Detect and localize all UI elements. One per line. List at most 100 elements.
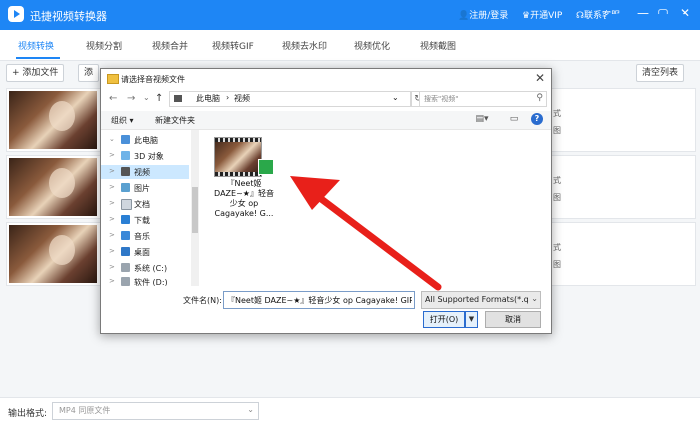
drive-icon: [121, 263, 130, 272]
tree-label: 下载: [134, 216, 150, 225]
close-icon[interactable]: ✕: [535, 71, 545, 85]
nav-scrollbar-thumb[interactable]: [192, 187, 198, 233]
tree-expander[interactable]: >: [109, 199, 115, 207]
tree-label: 图片: [134, 184, 150, 193]
file-type-filter-value: All Supported Formats(*.qlv;: [425, 295, 529, 304]
file-name-line[interactable]: 少女 op: [209, 199, 279, 209]
help-icon[interactable]: ?: [531, 113, 543, 125]
filename-label: 文件名(N):: [183, 296, 222, 305]
file-name-line[interactable]: DAZE~★』轻音: [209, 189, 279, 199]
computer-icon: [174, 95, 182, 102]
tree-item-3d-objects[interactable]: > 3D 对象: [101, 149, 189, 163]
tree-expander[interactable]: >: [109, 277, 115, 285]
login-label: 注册/登录: [469, 11, 509, 21]
tree-item-drive-c[interactable]: > 系统 (C:): [101, 261, 189, 275]
tab-video-split[interactable]: 视频分割: [86, 39, 122, 52]
file-name-line[interactable]: Cagayake! G...: [209, 209, 279, 219]
up-button[interactable]: ↑: [155, 93, 163, 104]
address-dropdown-icon[interactable]: ⌄: [392, 93, 399, 102]
file-open-dialog: 请选择音视频文件 ✕ ← → ⌄ ↑ 此电脑 › 视频 ⌄ ↻ 搜索"视频" ⚲…: [100, 68, 552, 334]
output-format-value: MP4 同原文件: [59, 406, 111, 415]
tab-bar: 视频转换 视频分割 视频合并 视频转GIF 视频去水印 视频优化 视频截图: [0, 30, 700, 61]
tab-video-optimize[interactable]: 视频优化: [354, 39, 390, 52]
tree-label: 此电脑: [134, 136, 158, 145]
add-file-button[interactable]: + 添加文件: [6, 64, 65, 82]
app-title: 迅捷视频转换器: [30, 10, 107, 23]
tree-expander[interactable]: >: [109, 183, 115, 191]
open-dropdown-icon[interactable]: ▼: [465, 311, 478, 328]
back-button[interactable]: ←: [109, 93, 117, 104]
tree-expander[interactable]: >: [109, 215, 115, 223]
vip-link[interactable]: ♛开通VIP: [522, 8, 562, 21]
tree-expander[interactable]: >: [109, 231, 115, 239]
tab-video-screenshot[interactable]: 视频截图: [420, 39, 456, 52]
drive-icon: [121, 277, 130, 286]
tab-video-convert[interactable]: 视频转换: [18, 39, 54, 52]
tree-label: 桌面: [134, 248, 150, 257]
media-player-badge-icon: [258, 159, 274, 175]
organize-button[interactable]: 组织 ▾: [111, 115, 134, 126]
tree-label: 文档: [134, 200, 150, 209]
tree-expander[interactable]: >: [109, 151, 115, 159]
command-bar: 组织 ▾ 新建文件夹 ▤▾ ▭ ?: [101, 111, 551, 130]
filename-input[interactable]: 『Neet姬 DAZE~★』轻音少女 op Cagayake! GIR: [223, 291, 415, 309]
headset-icon: ☊: [576, 11, 584, 21]
tab-video-merge[interactable]: 视频合并: [152, 39, 188, 52]
download-icon: [121, 215, 130, 224]
address-bar[interactable]: 此电脑 › 视频 ⌄: [169, 91, 411, 107]
tree-label: 视频: [134, 168, 150, 177]
cancel-button[interactable]: 取消: [485, 311, 541, 328]
tree-item-this-pc[interactable]: ⌄ 此电脑: [101, 133, 189, 147]
tree-expander[interactable]: >: [109, 247, 115, 255]
row-screenshot-label: 图: [553, 126, 561, 135]
clear-list-button[interactable]: 清空列表: [636, 64, 685, 82]
login-link[interactable]: 👤注册/登录: [458, 8, 508, 21]
active-tab-indicator: [16, 57, 60, 59]
user-icon: 👤: [458, 11, 470, 21]
view-options-icon[interactable]: ▤▾: [475, 114, 489, 125]
row-format-label: 式: [553, 243, 561, 252]
tree-item-drive-d[interactable]: > 软件 (D:): [101, 275, 189, 286]
output-format-select[interactable]: MP4 同原文件 ⌄: [52, 402, 259, 420]
tree-item-documents[interactable]: > 文档: [101, 197, 189, 211]
search-placeholder: 搜索"视频": [424, 95, 459, 103]
search-input[interactable]: 搜索"视频" ⚲: [419, 91, 547, 107]
tree-item-downloads[interactable]: > 下载: [101, 213, 189, 227]
video-file-thumbnail[interactable]: [214, 137, 262, 177]
tree-item-videos[interactable]: > 视频: [101, 165, 189, 179]
file-name-line[interactable]: 『Neet姬: [209, 179, 279, 189]
vip-label: 开通VIP: [530, 11, 563, 21]
preview-pane-icon[interactable]: ▭: [507, 114, 521, 125]
tree-label: 3D 对象: [134, 152, 164, 161]
tree-expander[interactable]: ⌄: [109, 135, 115, 143]
recent-locations-button[interactable]: ⌄: [143, 93, 150, 102]
tree-expander[interactable]: >: [109, 263, 115, 271]
new-folder-button[interactable]: 新建文件夹: [155, 115, 195, 126]
add-folder-button[interactable]: 添: [78, 64, 100, 82]
convert-all-button[interactable]: [606, 14, 686, 30]
tree-item-pictures[interactable]: > 图片: [101, 181, 189, 195]
tree-label: 软件 (D:): [134, 278, 168, 286]
forward-button[interactable]: →: [127, 93, 135, 104]
search-icon: ⚲: [536, 93, 543, 103]
title-bar: 迅捷视频转换器 👤注册/登录 ♛开通VIP ☊联系客服 — ▢ ✕: [0, 0, 700, 30]
file-type-filter-select[interactable]: All Supported Formats(*.qlv; ⌄: [421, 291, 541, 309]
tree-item-music[interactable]: > 音乐: [101, 229, 189, 243]
computer-icon: [121, 135, 130, 144]
tab-video-gif[interactable]: 视频转GIF: [212, 39, 254, 52]
filename-value: 『Neet姬 DAZE~★』轻音少女 op Cagayake! GIR: [227, 296, 412, 305]
3d-objects-icon: [121, 151, 130, 160]
breadcrumb-videos[interactable]: 视频: [234, 93, 250, 104]
open-button[interactable]: 打开(O): [423, 311, 465, 328]
video-folder-icon: [121, 167, 130, 176]
row-screenshot-label: 图: [553, 193, 561, 202]
video-thumbnail: [9, 158, 97, 216]
breadcrumb-separator: ›: [226, 93, 230, 102]
documents-icon: [121, 199, 132, 210]
cancel-button-label: 取消: [505, 315, 521, 324]
tab-video-watermark[interactable]: 视频去水印: [282, 39, 327, 52]
tree-item-desktop[interactable]: > 桌面: [101, 245, 189, 259]
breadcrumb-this-pc[interactable]: 此电脑: [196, 93, 220, 104]
navigation-pane: ⌄ 此电脑 > 3D 对象 > 视频 > 图片 > 文档 > 下载 > 音乐 >…: [101, 130, 201, 286]
tree-expander[interactable]: >: [109, 167, 115, 175]
